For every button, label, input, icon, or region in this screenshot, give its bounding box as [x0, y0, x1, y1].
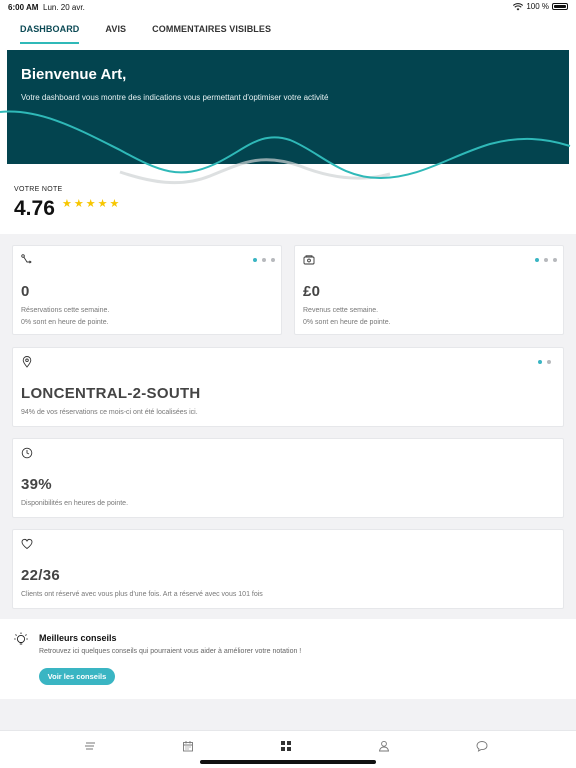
location-line1: 94% de vos réservations ce mois-ci ont é… — [21, 409, 198, 416]
revenue-line1: Revenus cette semaine. — [303, 307, 379, 314]
carousel-dot[interactable] — [547, 360, 551, 364]
status-date: Lun. 20 avr. — [43, 3, 85, 12]
dashboard-grid-icon[interactable] — [280, 740, 292, 752]
lightbulb-icon — [14, 632, 28, 645]
star-icon: ★ — [62, 198, 72, 210]
status-time: 6:00 AM — [8, 3, 39, 12]
carousel-dots[interactable] — [538, 360, 551, 364]
carousel-dot[interactable] — [538, 360, 542, 364]
clients-card[interactable]: 22/36 Clients ont réservé avec vous plus… — [12, 529, 564, 609]
star-icon: ★ — [85, 198, 96, 210]
revenue-value: £0 — [303, 283, 321, 300]
chat-icon[interactable] — [476, 740, 488, 752]
availability-line1: Disponibilités en heures de pointe. — [21, 500, 129, 507]
carousel-dots[interactable] — [253, 258, 275, 262]
wifi-icon — [513, 2, 524, 10]
tips-description: Retrouvez ici quelques conseils qui pour… — [39, 648, 302, 655]
heart-icon — [21, 539, 33, 550]
carousel-dots[interactable] — [535, 258, 557, 262]
top-tabs: DASHBOARD AVIS COMMENTAIRES VISIBLES — [0, 14, 576, 46]
battery-text: 100 % — [526, 2, 549, 11]
availability-value: 39% — [21, 476, 52, 493]
wallet-icon — [303, 255, 315, 265]
rating-value: 4.76 — [14, 197, 55, 220]
profile-icon[interactable] — [378, 740, 390, 752]
tips-section: Meilleurs conseils Retrouvez ici quelque… — [0, 619, 576, 699]
status-bar: 6:00 AM Lun. 20 avr. 100 % — [0, 0, 576, 14]
calendar-icon[interactable] — [182, 740, 194, 752]
list-icon[interactable] — [84, 740, 96, 752]
carousel-dot[interactable] — [253, 258, 257, 262]
route-icon — [21, 254, 32, 264]
clock-icon — [21, 447, 33, 459]
location-value: LONCENTRAL-2-SOUTH — [21, 385, 201, 402]
location-card[interactable]: LONCENTRAL-2-SOUTH 94% de vos réservatio… — [12, 347, 564, 427]
tab-commentaires-visibles[interactable]: COMMENTAIRES VISIBLES — [152, 14, 271, 46]
see-tips-button[interactable]: Voir les conseils — [39, 668, 115, 685]
bottom-navigation — [0, 730, 576, 768]
revenue-card[interactable]: £0 Revenus cette semaine. 0% sont en heu… — [294, 245, 564, 335]
carousel-dot[interactable] — [535, 258, 539, 262]
revenue-line2: 0% sont en heure de pointe. — [303, 319, 391, 326]
tab-avis[interactable]: AVIS — [105, 14, 126, 46]
carousel-dot[interactable] — [271, 258, 275, 262]
rating-label: VOTRE NOTE — [14, 186, 63, 193]
star-icon: ★ — [73, 198, 84, 210]
star-icon: ★ — [109, 198, 120, 210]
battery-icon — [552, 3, 568, 10]
reservations-value: 0 — [21, 283, 30, 300]
location-pin-icon — [22, 356, 32, 368]
welcome-title: Bienvenue Art, — [21, 66, 127, 83]
carousel-dot[interactable] — [544, 258, 548, 262]
wave-decoration — [0, 110, 571, 185]
reservations-card[interactable]: 0 Réservations cette semaine. 0% sont en… — [12, 245, 282, 335]
status-right: 100 % — [513, 2, 568, 11]
clients-value: 22/36 — [21, 567, 61, 584]
star-icon: ★ — [97, 198, 108, 210]
home-indicator[interactable] — [200, 760, 376, 764]
tab-dashboard[interactable]: DASHBOARD — [20, 14, 80, 46]
availability-card[interactable]: 39% Disponibilités en heures de pointe. — [12, 438, 564, 518]
reservations-line1: Réservations cette semaine. — [21, 307, 110, 314]
carousel-dot[interactable] — [262, 258, 266, 262]
carousel-dot[interactable] — [553, 258, 557, 262]
reservations-line2: 0% sont en heure de pointe. — [21, 319, 109, 326]
clients-line1: Clients ont réservé avec vous plus d'une… — [21, 591, 263, 598]
tips-title: Meilleurs conseils — [39, 633, 117, 643]
rating-stars: ★ ★ ★ ★ ★ — [62, 199, 119, 210]
